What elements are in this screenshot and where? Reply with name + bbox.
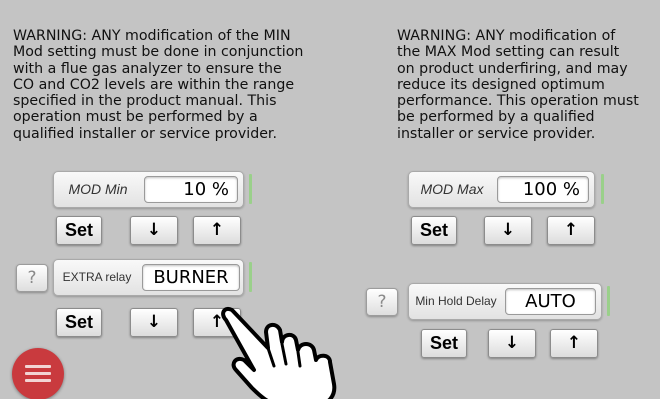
extra-relay-field: EXTRA relay BURNER [53, 259, 244, 296]
mod-max-set-button[interactable]: Set [411, 216, 457, 245]
mod-max-label: MOD Max [420, 181, 484, 197]
extra-relay-value[interactable]: BURNER [142, 264, 240, 291]
mod-min-warning-text: WARNING: ANY modification of the MIN Mod… [13, 28, 304, 142]
extra-relay-label: EXTRA relay [62, 270, 132, 284]
arrow-up-icon: ↑ [563, 220, 579, 240]
extra-relay-set-button[interactable]: Set [56, 308, 102, 337]
min-hold-delay-down-button[interactable]: ↓ [488, 329, 536, 358]
mod-min-label: MOD Min [68, 181, 128, 197]
mod-max-warning-text: WARNING: ANY modification of the MAX Mod… [397, 28, 639, 142]
mod-max-indicator [601, 174, 604, 204]
mod-min-up-button[interactable]: ↑ [193, 216, 241, 245]
mod-min-down-button[interactable]: ↓ [130, 216, 178, 245]
min-hold-delay-help-button[interactable]: ? [366, 288, 398, 316]
mod-min-indicator [249, 174, 252, 204]
min-hold-delay-indicator [607, 286, 610, 316]
pointing-hand-cursor-icon [221, 307, 337, 399]
arrow-up-icon: ↑ [209, 220, 225, 240]
mod-max-down-button[interactable]: ↓ [484, 216, 532, 245]
extra-relay-help-button[interactable]: ? [16, 264, 48, 292]
arrow-down-icon: ↓ [504, 333, 520, 353]
arrow-up-icon: ↑ [566, 333, 582, 353]
min-hold-delay-label: Min Hold Delay [415, 294, 497, 308]
extra-relay-down-button[interactable]: ↓ [130, 308, 178, 337]
settings-screen: WARNING: ANY modification of the MIN Mod… [0, 0, 660, 399]
min-hold-delay-field: Min Hold Delay AUTO [408, 283, 602, 320]
min-hold-delay-value[interactable]: AUTO [505, 288, 596, 315]
min-hold-delay-up-button[interactable]: ↑ [550, 329, 598, 358]
extra-relay-indicator [249, 262, 252, 292]
mod-max-field: MOD Max 100 % [408, 171, 595, 208]
mod-min-set-button[interactable]: Set [56, 216, 102, 245]
arrow-down-icon: ↓ [146, 220, 162, 240]
mod-max-up-button[interactable]: ↑ [547, 216, 595, 245]
arrow-down-icon: ↓ [500, 220, 516, 240]
mod-min-field: MOD Min 10 % [53, 171, 244, 208]
mod-min-value[interactable]: 10 % [144, 176, 238, 203]
min-hold-delay-set-button[interactable]: Set [421, 329, 467, 358]
arrow-down-icon: ↓ [146, 312, 162, 332]
menu-button[interactable] [12, 348, 64, 399]
mod-max-value[interactable]: 100 % [497, 176, 589, 203]
